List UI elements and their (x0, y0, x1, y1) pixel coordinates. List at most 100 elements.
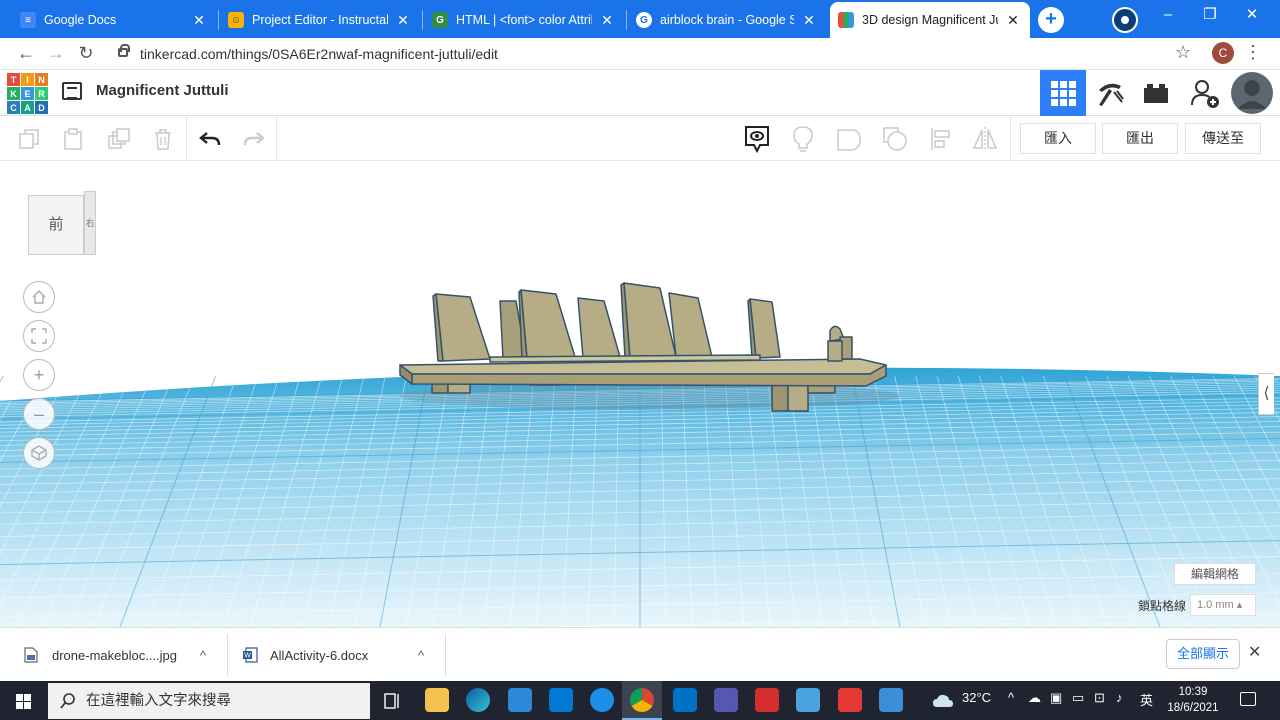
edit-grid-button[interactable]: 編輯網格 (1174, 563, 1256, 585)
close-icon[interactable]: ✕ (1004, 12, 1022, 29)
export-button[interactable]: 匯出 (1102, 123, 1178, 154)
onedrive-icon[interactable]: ☁ (1028, 690, 1041, 706)
lightbulb-icon (793, 126, 813, 152)
invite-user-button[interactable] (1182, 70, 1228, 116)
store-icon[interactable] (508, 688, 532, 712)
chrome-profile-icon[interactable] (1112, 7, 1138, 33)
outlook-icon[interactable] (673, 688, 697, 712)
sketchup-icon[interactable] (838, 688, 862, 712)
tab-instructables[interactable]: ☺ Project Editor - Instructables ✕ (220, 4, 420, 36)
send-to-button[interactable]: 傳送至 (1185, 123, 1261, 154)
ungroup-button[interactable] (880, 124, 910, 154)
download-item[interactable]: drone-makebloc....jpg ^ (24, 628, 220, 682)
battery-icon[interactable]: ▭ (1072, 690, 1084, 706)
instructables-icon: ☺ (228, 12, 244, 28)
windows-start-icon[interactable] (8, 687, 38, 715)
import-button[interactable]: 匯入 (1020, 123, 1096, 154)
chevron-up-icon[interactable]: ^ (200, 648, 206, 663)
chevron-up-icon[interactable]: ^ (418, 648, 424, 663)
notes-app-icon[interactable] (796, 688, 820, 712)
workplane-canvas[interactable]: 前 右 + – ⟨ 編輯網格 鎖點格線 1.0 mm ▴ (0, 161, 1280, 627)
perspective-button[interactable] (23, 437, 55, 469)
fit-view-button[interactable] (23, 320, 55, 352)
zoom-in-button[interactable]: + (23, 359, 55, 391)
logo-letter: A (21, 101, 34, 114)
close-icon[interactable]: ✕ (800, 12, 818, 29)
delete-button[interactable] (148, 124, 178, 154)
align-button[interactable] (926, 124, 956, 154)
redo-button[interactable] (239, 124, 269, 154)
tray-app-icon[interactable]: ▣ (1050, 690, 1062, 706)
minus-icon: – (33, 403, 44, 424)
group-icon (837, 129, 861, 151)
design-title[interactable]: Magnificent Juttuli (96, 82, 229, 99)
duplicate-button[interactable] (104, 124, 134, 154)
mirror-button[interactable] (970, 124, 1000, 154)
show-all-downloads-button[interactable]: 全部顯示 (1166, 639, 1240, 669)
close-icon[interactable]: ✕ (190, 12, 208, 29)
taskbar-search-input[interactable]: 在這裡輸入文字來搜尋 (48, 683, 370, 719)
download-item[interactable]: W AllActivity-6.docx ^ (242, 628, 438, 682)
account-avatar[interactable]: C (1212, 42, 1234, 64)
chrome-taskbar-button[interactable] (622, 681, 662, 720)
task-view-icon[interactable] (382, 691, 402, 711)
volume-icon[interactable]: ♪ (1116, 690, 1123, 705)
teams-icon[interactable] (714, 688, 738, 712)
group-button[interactable] (834, 124, 864, 154)
clock-time: 10:39 (1178, 686, 1208, 698)
3d-design-view-button[interactable] (1040, 70, 1086, 116)
panel-collapse-toggle[interactable]: ⟨ (1258, 373, 1274, 415)
network-icon[interactable]: ⊡ (1094, 690, 1105, 706)
weather-temperature[interactable]: 32°C (962, 690, 991, 705)
back-icon[interactable]: ← (14, 42, 38, 66)
file-explorer-icon[interactable] (425, 688, 449, 712)
bricks-view-button[interactable] (1133, 70, 1179, 116)
mail-icon[interactable] (549, 688, 573, 712)
view-cube-front[interactable]: 前 (28, 195, 84, 255)
url-input[interactable]: tinkercad.com/things/0SA6Er2nwaf-magnifi… (112, 40, 1212, 68)
tray-chevron-up-icon[interactable]: ^ (1008, 690, 1014, 705)
snap-grid-select[interactable]: 1.0 mm ▴ (1190, 594, 1256, 616)
restore-icon[interactable]: ❐ (1190, 4, 1230, 28)
notes-button[interactable] (742, 124, 772, 154)
tab-google-docs[interactable]: ≡ Google Docs ✕ (12, 4, 216, 36)
internet-explorer-icon[interactable] (590, 688, 614, 712)
tinkercad-logo[interactable]: T I N K E R C A D (7, 73, 48, 114)
weather-cloud-icon[interactable] (932, 693, 954, 709)
view-cube[interactable]: 前 右 (28, 191, 98, 261)
design-list-icon[interactable] (62, 82, 82, 100)
view-cube-right[interactable]: 右 (84, 191, 96, 255)
show-all-button[interactable] (788, 124, 818, 154)
forward-icon[interactable]: → (44, 42, 68, 66)
blocks-view-button[interactable] (1087, 70, 1133, 116)
photos-icon[interactable] (879, 688, 903, 712)
more-menu-icon[interactable]: ⋮ (1244, 42, 1262, 63)
close-icon[interactable]: ✕ (394, 12, 412, 29)
system-clock[interactable]: 10:39 18/6/2021 (1160, 684, 1226, 716)
paste-button[interactable] (58, 124, 88, 154)
copy-button[interactable] (14, 124, 44, 154)
google-icon: G (636, 12, 652, 28)
bookmark-star-icon[interactable]: ☆ (1175, 42, 1191, 63)
acrobat-icon[interactable] (755, 688, 779, 712)
browser-tab-strip: ≡ Google Docs ✕ ☺ Project Editor - Instr… (0, 0, 1280, 38)
edge-icon[interactable] (466, 688, 490, 712)
pickaxe-icon (1099, 83, 1124, 106)
google-docs-icon: ≡ (20, 12, 36, 28)
user-avatar[interactable] (1229, 70, 1275, 116)
tab-google-search[interactable]: G airblock brain - Google Search ✕ (628, 4, 826, 36)
undo-button[interactable] (195, 124, 225, 154)
downloads-bar: drone-makebloc....jpg ^ W AllActivity-6.… (0, 627, 1280, 681)
minimize-icon[interactable]: – (1148, 4, 1188, 28)
home-view-button[interactable] (23, 281, 55, 313)
close-window-icon[interactable]: ✕ (1232, 4, 1272, 28)
new-tab-button[interactable]: + (1038, 7, 1064, 33)
tab-tinkercad[interactable]: 3D design Magnificent Juttuli ✕ (830, 2, 1030, 38)
ime-indicator[interactable]: 英 (1140, 690, 1153, 709)
reload-icon[interactable]: ↻ (74, 42, 98, 66)
close-icon[interactable]: ✕ (598, 12, 616, 29)
tab-html-font-color[interactable]: G HTML | <font> color Attribute ✕ (424, 4, 624, 36)
zoom-out-button[interactable]: – (23, 398, 55, 430)
close-downloads-icon[interactable]: ✕ (1248, 642, 1261, 662)
notification-center-icon[interactable] (1240, 692, 1256, 706)
